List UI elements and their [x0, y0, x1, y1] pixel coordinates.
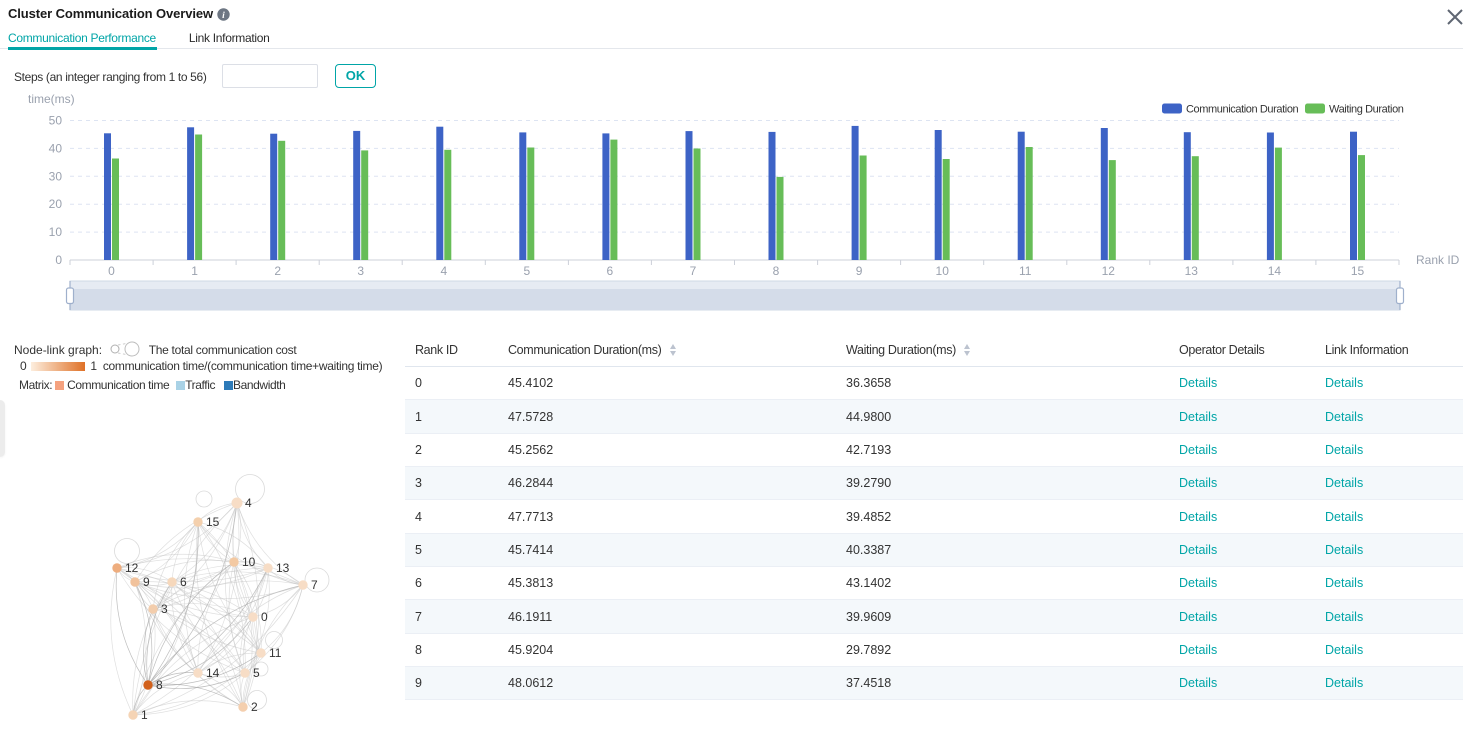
svg-text:8: 8 [156, 678, 163, 692]
svg-text:15: 15 [1351, 264, 1365, 278]
svg-text:14: 14 [1268, 264, 1282, 278]
svg-text:14: 14 [206, 666, 220, 680]
svg-text:0: 0 [261, 610, 268, 624]
svg-text:20: 20 [49, 197, 63, 211]
svg-text:2: 2 [274, 264, 281, 278]
svg-text:3: 3 [161, 602, 168, 616]
svg-text:13: 13 [1185, 264, 1199, 278]
svg-text:8: 8 [773, 264, 780, 278]
svg-text:13: 13 [276, 561, 290, 575]
svg-text:1: 1 [141, 708, 148, 722]
svg-text:12: 12 [1102, 264, 1116, 278]
svg-text:2: 2 [251, 700, 258, 714]
svg-text:11: 11 [1019, 264, 1032, 278]
svg-text:15: 15 [206, 515, 220, 529]
svg-text:40: 40 [49, 141, 63, 155]
svg-text:Communication Duration: Communication Duration [1186, 104, 1299, 116]
svg-text:0: 0 [108, 264, 115, 278]
svg-text:12: 12 [125, 561, 139, 575]
svg-text:10: 10 [49, 225, 63, 239]
svg-text:time(ms): time(ms) [28, 92, 75, 106]
svg-text:Rank ID: Rank ID [1416, 253, 1460, 267]
svg-text:3: 3 [357, 264, 364, 278]
svg-text:11: 11 [269, 646, 282, 660]
svg-text:10: 10 [936, 264, 950, 278]
svg-text:0: 0 [55, 253, 62, 267]
svg-text:50: 50 [49, 114, 63, 128]
svg-text:30: 30 [49, 169, 63, 183]
svg-text:1: 1 [191, 264, 198, 278]
svg-text:6: 6 [607, 264, 614, 278]
svg-text:7: 7 [311, 578, 318, 592]
svg-text:Waiting Duration: Waiting Duration [1329, 104, 1404, 116]
svg-text:10: 10 [242, 555, 256, 569]
svg-text:6: 6 [180, 575, 187, 589]
svg-text:4: 4 [245, 496, 252, 510]
svg-text:9: 9 [856, 264, 863, 278]
svg-text:4: 4 [440, 264, 447, 278]
svg-text:7: 7 [690, 264, 697, 278]
svg-text:9: 9 [143, 575, 150, 589]
svg-text:5: 5 [253, 666, 260, 680]
svg-text:5: 5 [523, 264, 530, 278]
